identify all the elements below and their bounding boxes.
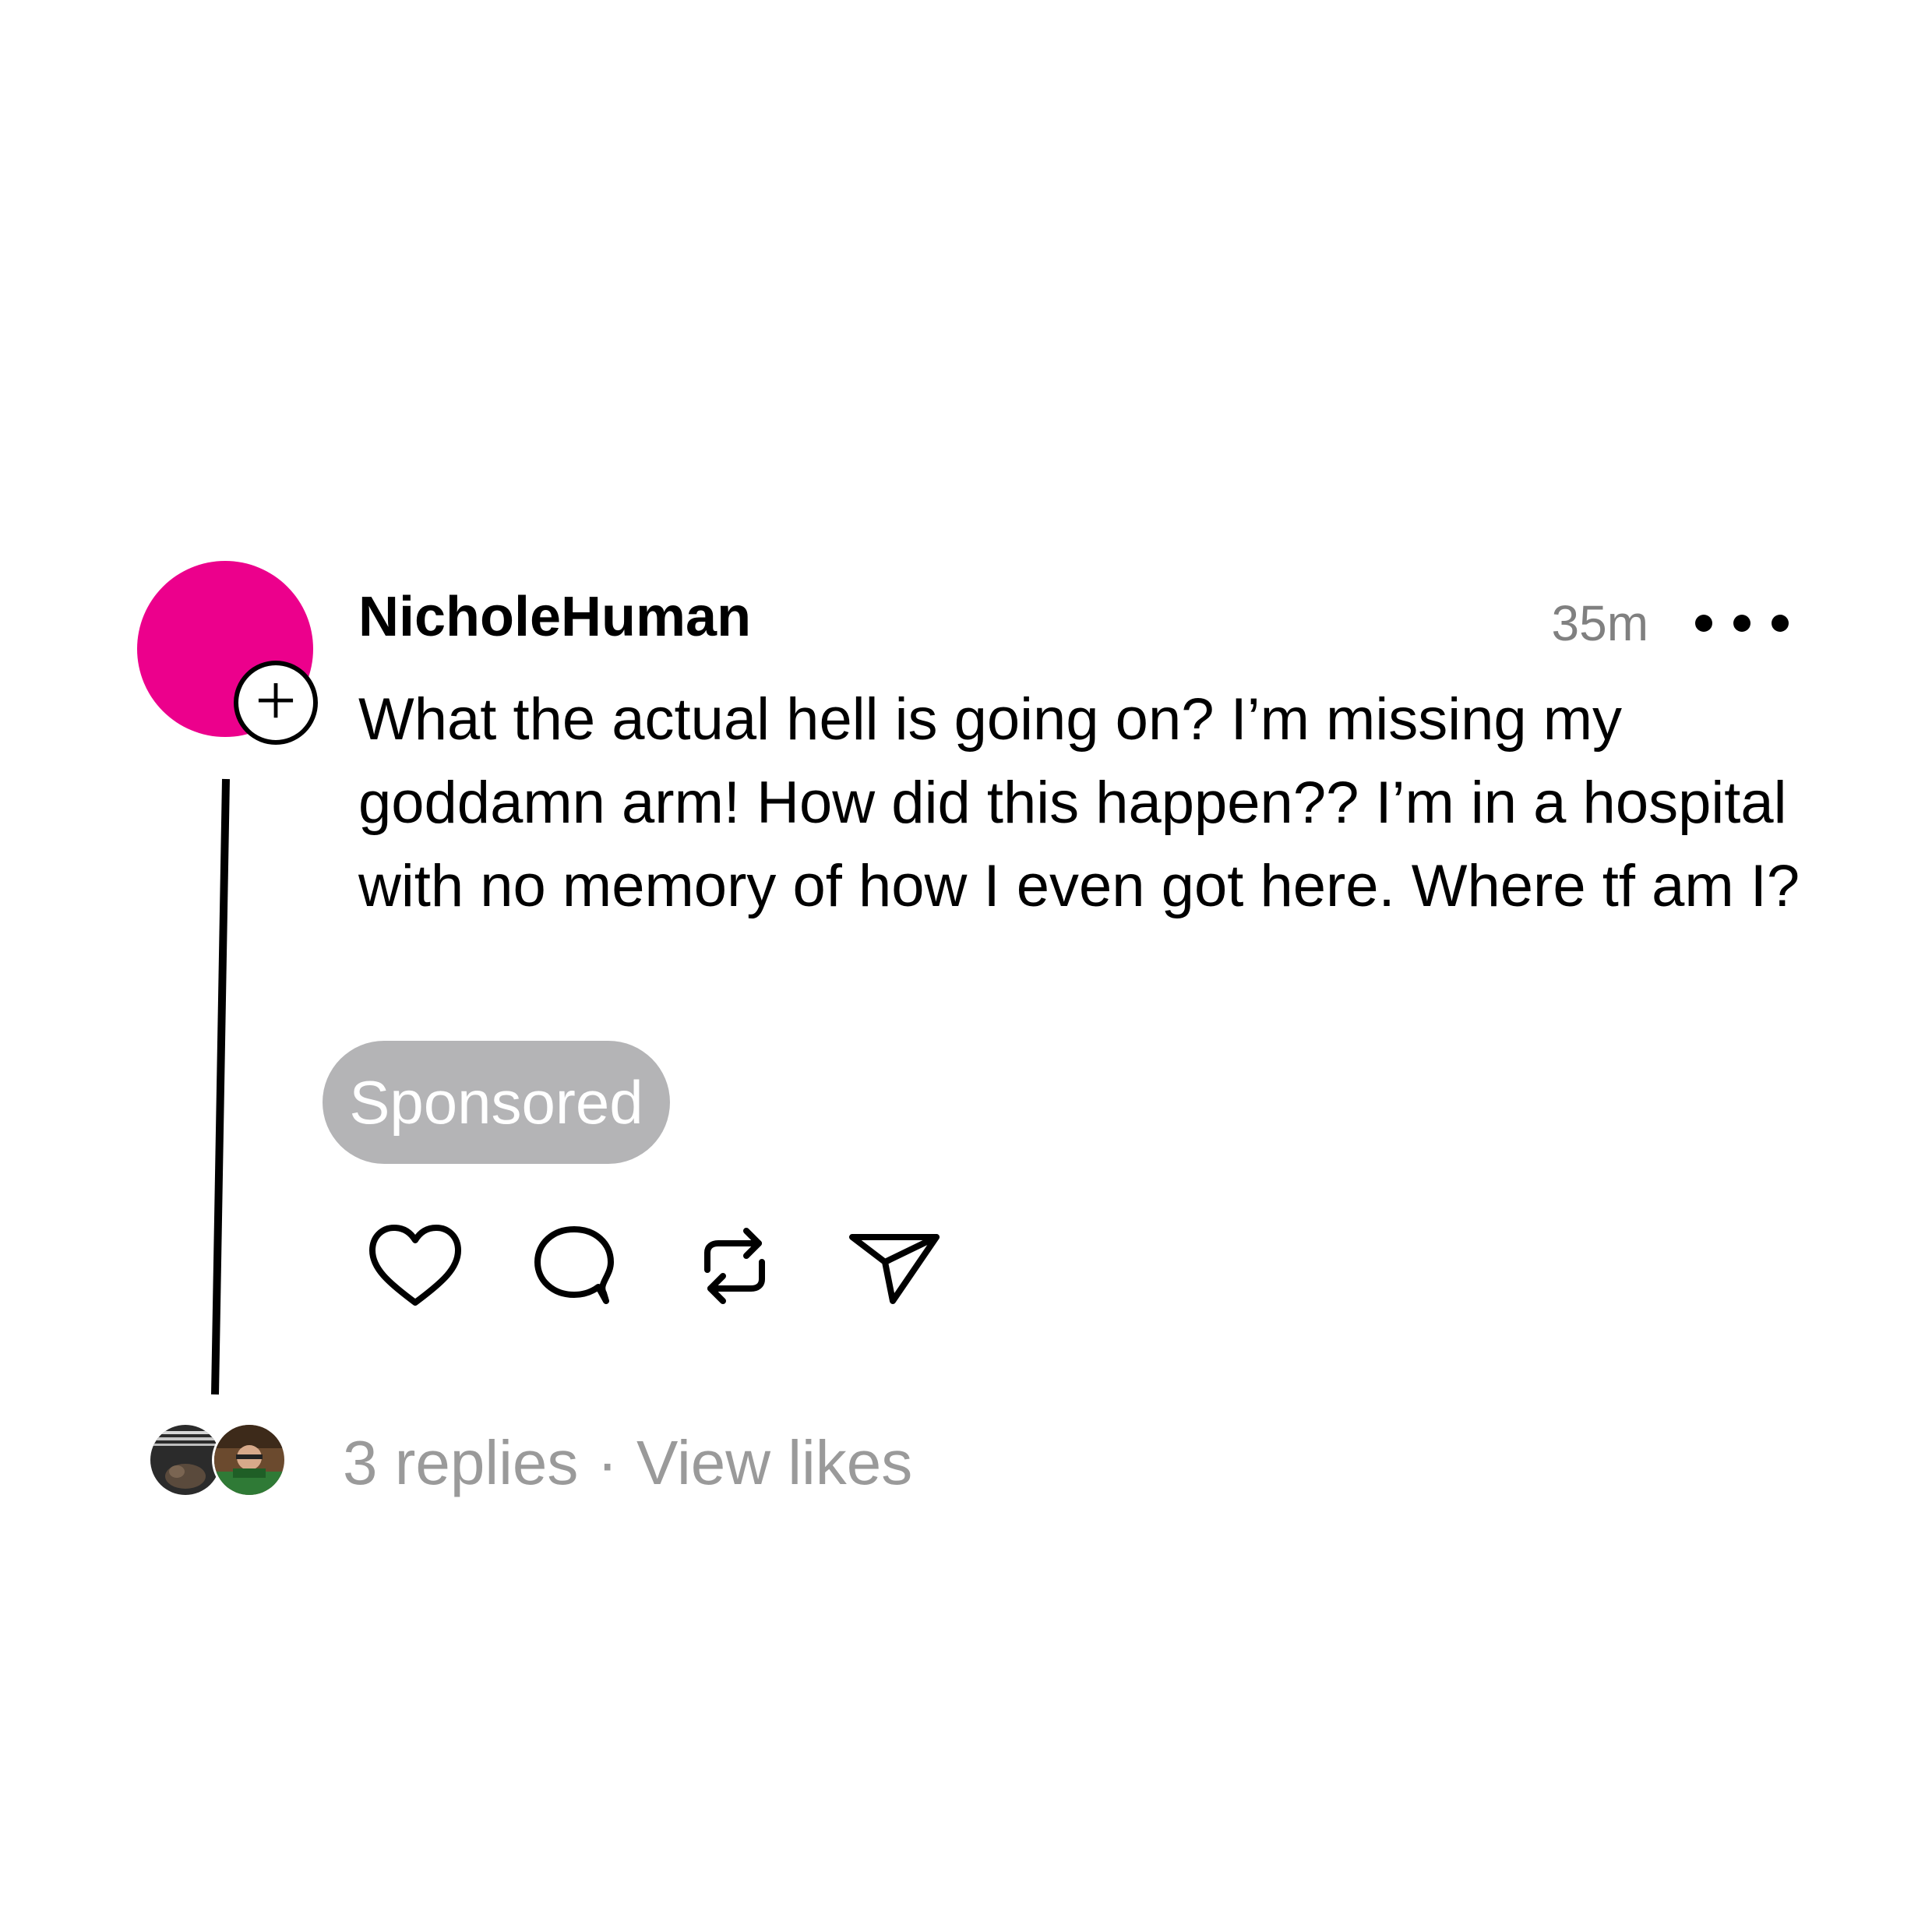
heart-icon [369, 1225, 461, 1306]
comment-button[interactable] [524, 1215, 625, 1317]
comment-icon [534, 1226, 614, 1304]
thread-line [211, 778, 230, 1395]
reply-avatars[interactable] [148, 1423, 288, 1500]
post-footer: 3 replies · View likes [343, 1424, 912, 1502]
reply-avatar-image [214, 1425, 284, 1495]
sponsored-badge: Sponsored [323, 1041, 670, 1164]
plus-icon [258, 683, 294, 718]
reply-avatar [212, 1423, 287, 1497]
reply-avatar-image [150, 1425, 220, 1495]
post-text: What the actual hell is going on? I’m mi… [358, 686, 1800, 919]
post-timestamp: 35m [1551, 595, 1649, 651]
more-options-button[interactable] [1695, 606, 1789, 640]
username[interactable]: NicholeHuman [358, 586, 751, 648]
view-likes-link[interactable]: View likes [636, 1424, 912, 1502]
repost-button[interactable] [684, 1215, 785, 1317]
thread-post: NicholeHuman 35m What the actual hell is… [0, 0, 1932, 1932]
send-icon [849, 1234, 940, 1304]
separator: · [597, 1428, 619, 1497]
replies-link[interactable]: 3 replies [343, 1424, 578, 1502]
follow-button[interactable] [234, 661, 318, 745]
like-button[interactable] [365, 1215, 466, 1317]
more-horizontal-icon [1695, 615, 1712, 632]
repost-icon [704, 1228, 765, 1304]
share-button[interactable] [844, 1215, 946, 1317]
